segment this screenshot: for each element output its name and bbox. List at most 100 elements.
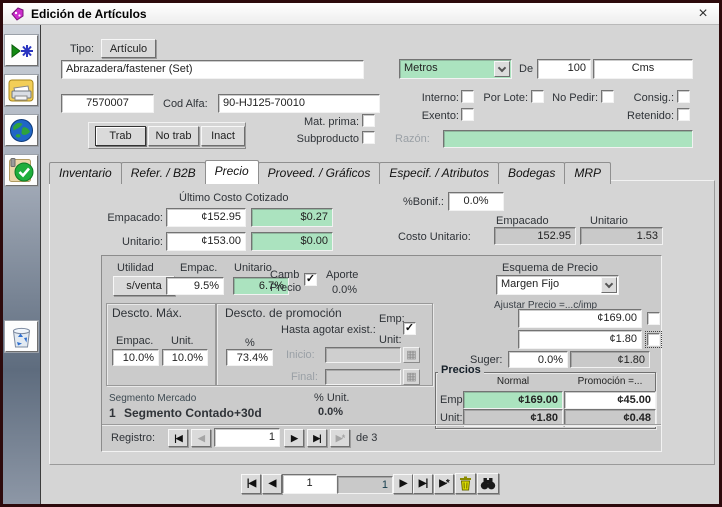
interno-label: Interno: [407,92,459,104]
esquema-emp-checkbox[interactable] [647,312,660,325]
precios-emp-normal-cell[interactable]: ¢169.00 [463,391,563,409]
status-inact-button[interactable]: Inact [201,126,245,146]
esquema-unit-field[interactable]: ¢1.80 [518,330,642,349]
final-label: Final: [291,371,318,383]
utilidad-title: Utilidad [117,262,154,274]
precios-emp-promo-cell[interactable]: ¢45.00 [564,391,656,409]
mat-prima-checkbox[interactable] [362,114,375,127]
chevron-down-icon[interactable] [494,61,510,77]
bottom-prev-button[interactable]: ◀ [262,474,282,494]
descto-max-unit-field[interactable]: 10.0% [162,349,208,366]
cod-alfa-field[interactable]: 90-HJ125-70010 [218,94,380,113]
precios-promo-header: Promoción =... [564,376,656,387]
promo-pct-field[interactable]: 73.4% [226,349,273,366]
registro-bar: Registro: |◀ ◀ 1 ▶ ▶| ▶* de 3 [102,424,661,451]
registro-record-field[interactable]: 1 [214,428,280,447]
bottom-new-button[interactable]: ▶* [434,474,454,494]
razon-label: Razón: [395,133,430,145]
window-title: Edición de Artículos [31,7,147,21]
registro-first-button[interactable]: |◀ [168,429,188,447]
unit-dropdown[interactable]: Metros [399,59,512,79]
tab-precio[interactable]: Precio [205,160,259,184]
utilidad-empac-field[interactable]: 9.5% [166,277,224,295]
empacado-usd-field[interactable]: $0.27 [251,208,333,227]
mat-prima-label: Mat. prima: [301,116,359,128]
de-label: De [519,63,533,75]
unitario-usd-field[interactable]: $0.00 [251,232,333,251]
confirm-icon [9,158,34,183]
costo-unitario-header: Unitario [590,215,628,227]
chevron-down-icon[interactable] [601,277,617,293]
title-bar: Edición de Artículos × [3,3,719,25]
print-button[interactable] [5,75,38,106]
descto-max-empac-field[interactable]: 10.0% [112,349,159,366]
esquema-emp-field[interactable]: ¢169.00 [518,309,642,328]
costo-empacado-header: Empacado [496,215,549,227]
close-button[interactable]: × [694,6,712,22]
suger-value-field: ¢1.80 [570,351,650,368]
descto-max-group: Descto. Máx. Empac. Unit. 10.0% 10.0% [106,303,216,386]
subproducto-checkbox[interactable] [362,131,375,144]
registro-last-button[interactable]: ▶| [307,429,327,447]
precios-group: Normal Promoción =... Emp: ¢169.00 ¢45.0… [435,372,656,429]
descto-max-unit-header: Unit. [171,335,194,347]
por-lote-checkbox[interactable] [531,90,544,103]
por-lote-label: Por Lote: [476,92,528,104]
camb-precio-checkbox[interactable]: ✓ [304,273,317,286]
binoculars-icon [480,477,496,490]
factor-field[interactable]: 100 [537,59,591,79]
app-icon [10,7,25,21]
suger-pct-field[interactable]: 0.0% [508,351,568,368]
esquema-dropdown[interactable]: Margen Fijo [496,275,619,295]
camb-precio-label-2: Precio [270,282,301,294]
no-pedir-checkbox[interactable] [601,90,614,103]
exento-checkbox[interactable] [461,108,474,121]
new-record-button[interactable] [5,35,38,66]
consig-checkbox[interactable] [677,90,690,103]
search-record-button[interactable] [477,473,499,494]
hasta-agotar-label: Hasta agotar exist.: [281,324,376,336]
bottom-next-button[interactable]: ▶ [393,474,413,494]
costo-unitario-value: 1.53 [580,227,663,245]
code-field[interactable]: 7570007 [61,94,154,113]
consig-label: Consig.: [631,92,674,104]
article-name-field[interactable]: Abrazadera/fastener (Set) [61,60,364,79]
utilidad-unitario-header: Unitario [234,262,272,274]
bottom-page-field[interactable]: 1 [282,474,337,494]
razon-field[interactable] [443,130,693,148]
status-no-trab-button[interactable]: No trab [148,126,199,146]
registro-next-button[interactable]: ▶ [284,429,304,447]
tab-refer-b2b[interactable]: Refer. / B2B [121,162,206,184]
camb-precio-label-1: Camb [270,269,299,281]
retenido-label: Retenido: [627,110,674,122]
segmento-row-label[interactable]: Segmento Contado+30d [124,406,262,420]
bottom-first-button[interactable]: |◀ [241,474,261,494]
tab-inventario[interactable]: Inventario [49,162,122,184]
unitario-crc-field[interactable]: ¢153.00 [166,232,246,251]
tab-bodegas[interactable]: Bodegas [498,162,565,184]
confirm-button[interactable] [5,155,38,186]
globe-button[interactable] [5,115,38,146]
bottom-last-button[interactable]: ▶| [413,474,433,494]
empacado-crc-field[interactable]: ¢152.95 [166,208,246,227]
tab-proveed-graficos[interactable]: Proveed. / Gráficos [258,162,381,184]
interno-checkbox[interactable] [461,90,474,103]
status-trab-button[interactable]: Trab [95,126,146,146]
esquema-dropdown-value: Margen Fijo [501,278,559,290]
registro-new-button: ▶* [330,429,350,447]
tipo-button[interactable]: Artículo [101,39,156,58]
tab-mrp[interactable]: MRP [564,162,611,184]
recycle-bin-button[interactable] [5,321,38,352]
hasta-agotar-checkbox[interactable]: ✓ [403,322,416,335]
bonif-label: %Bonif.: [403,196,444,208]
bonif-field[interactable]: 0.0% [448,192,504,211]
retenido-checkbox[interactable] [677,108,690,121]
unitario-label: Unitario: [108,236,163,248]
delete-record-button[interactable] [455,473,476,494]
no-pedir-label: No Pedir: [552,92,598,104]
subunit-field[interactable]: Cms [593,59,693,79]
aporte-header: Aporte [326,269,358,281]
esquema-unit-checkbox[interactable] [647,333,660,346]
tipo-label: Tipo: [70,43,94,55]
tab-especif-atributos[interactable]: Especif. / Atributos [379,162,499,184]
